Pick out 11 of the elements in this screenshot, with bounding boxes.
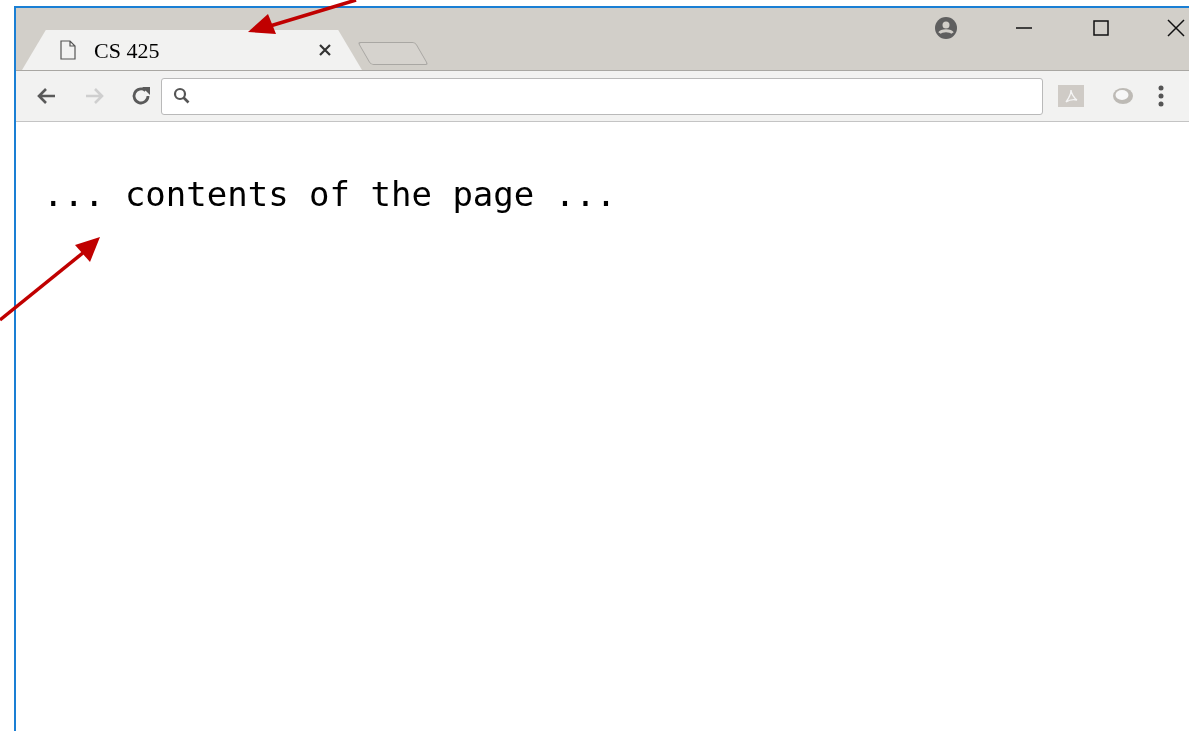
address-field[interactable] [161, 77, 1043, 115]
menu-icon[interactable] [1158, 85, 1164, 107]
maximize-icon[interactable] [1093, 20, 1109, 36]
tab-title: CS 425 [94, 36, 160, 65]
page-text: ... contents of the page ... [43, 174, 618, 214]
close-icon[interactable] [318, 43, 332, 57]
browser-tab[interactable]: CS 425 [22, 30, 362, 70]
profile-icon[interactable] [935, 17, 957, 39]
search-icon [172, 86, 192, 106]
close-icon[interactable] [1167, 19, 1185, 37]
document-icon [60, 40, 76, 60]
